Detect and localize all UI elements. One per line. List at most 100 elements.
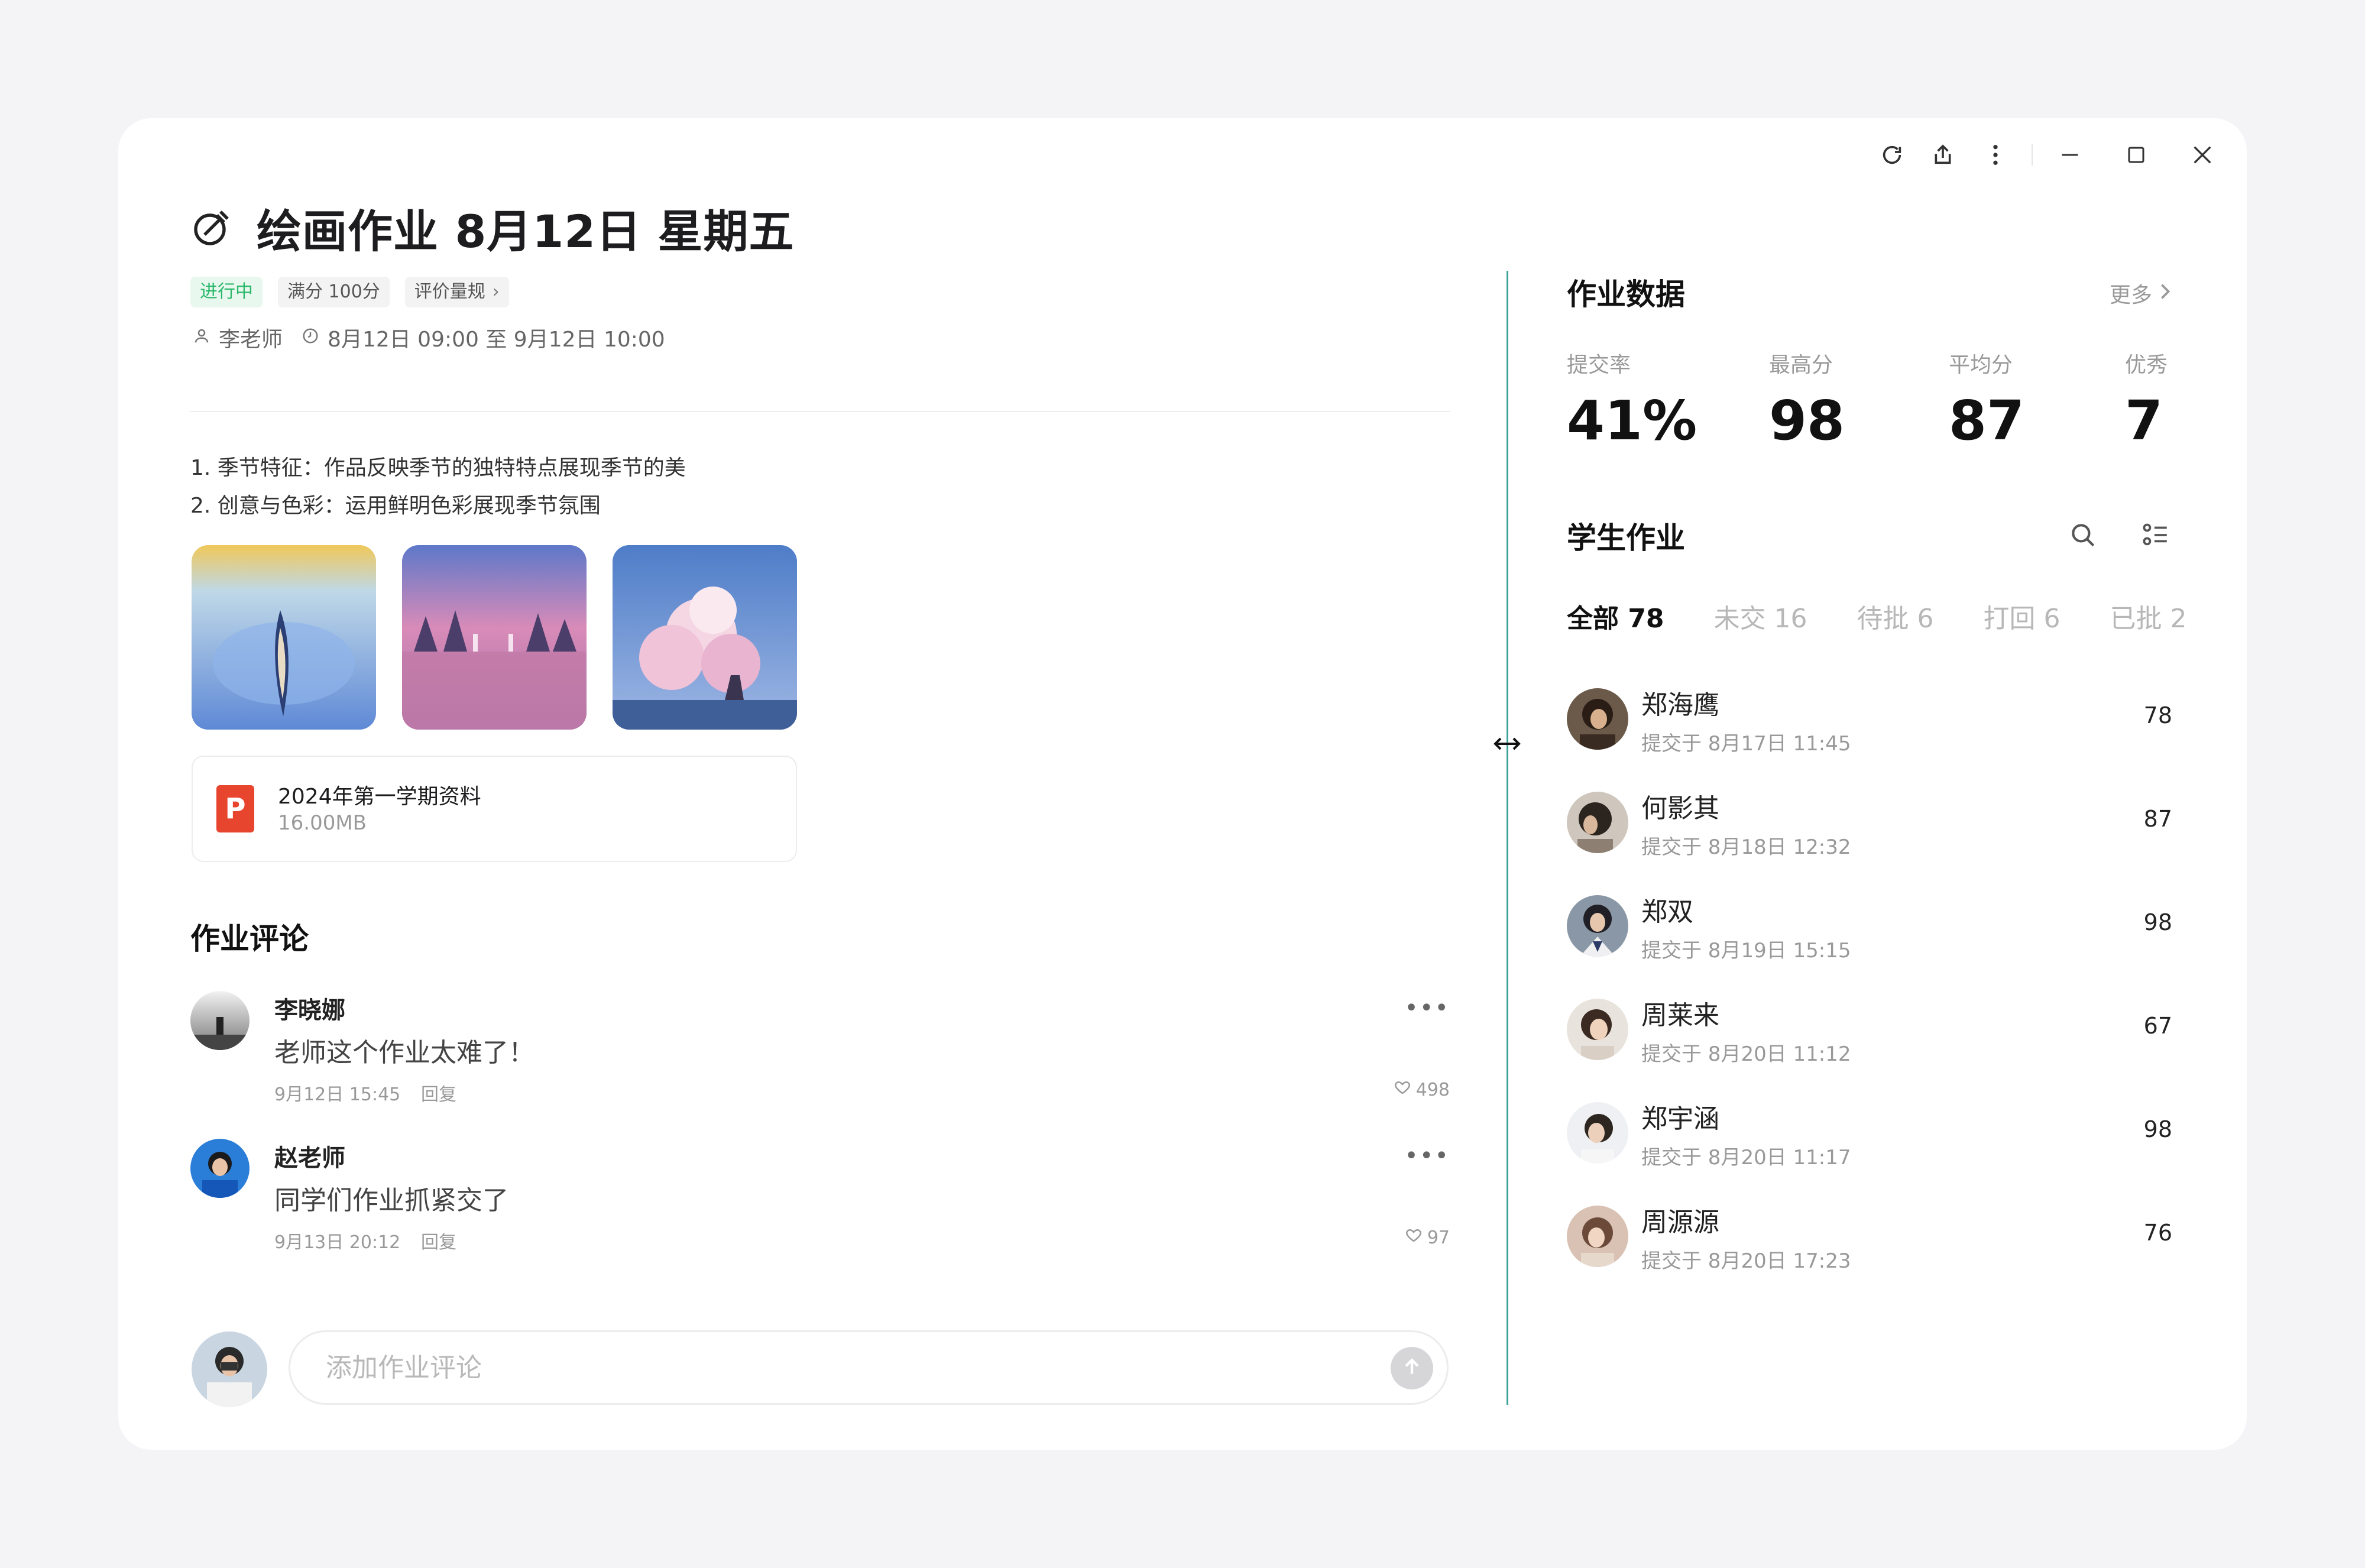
stat-submit-rate: 提交率 41% [1567, 348, 1697, 452]
student-name: 郑海鹰 [1641, 690, 1719, 720]
full-score-tag: 满分 100分 [278, 277, 390, 307]
student-score: 67 [2143, 1013, 2172, 1039]
page-title: 绘画作业 8月12日 星期五 [257, 205, 795, 258]
close-icon[interactable] [2188, 137, 2217, 173]
submit-time: 提交于 8月18日 12:32 [1641, 835, 1851, 859]
avatar [1567, 792, 1628, 853]
header-divider [190, 411, 1450, 412]
like-count: 97 [1427, 1227, 1450, 1248]
user-icon [193, 326, 219, 350]
meta-row: 李老师 8月12日 09:00 至 9月12日 10:00 [193, 322, 684, 353]
homework-title: 学生作业 [1567, 521, 1685, 555]
refresh-icon[interactable] [1877, 137, 1907, 173]
student-name: 郑宇涵 [1641, 1104, 1719, 1134]
tag-row: 进行中 满分 100分 评价量规 › [190, 277, 509, 307]
student-score: 78 [2143, 702, 2172, 728]
list-filter-icon[interactable] [2140, 520, 2171, 550]
tab-not-submitted[interactable]: 未交 16 [1714, 597, 1807, 635]
minimize-icon[interactable] [2055, 137, 2085, 173]
stats-title: 作业数据 [1567, 277, 1685, 312]
controls-divider [2032, 144, 2033, 166]
more-link[interactable]: 更多 [2110, 278, 2171, 309]
homework-tabs: 全部 78 未交 16 待批 6 打回 6 已批 2 [1567, 597, 2187, 635]
avatar [1567, 1102, 1628, 1164]
assignment-description: 1. 季节特征：作品反映季节的独特特点展现季节的美 2. 创意与色彩：运用鲜明色… [190, 449, 686, 525]
image-thumbnail-clouds[interactable] [613, 545, 797, 730]
pdf-file-icon: P [216, 785, 254, 832]
student-row[interactable]: 何影其 提交于 8月18日 12:32 87 [1567, 789, 2172, 860]
comment-time: 9月12日 15:45 [274, 1084, 401, 1105]
student-row[interactable]: 周莱来 提交于 8月20日 11:12 67 [1567, 996, 2172, 1067]
comment-author: 李晓娜 [274, 997, 345, 1024]
image-thumbnail-boat[interactable] [192, 545, 376, 730]
description-line: 2. 创意与色彩：运用鲜明色彩展现季节氛围 [190, 494, 601, 518]
stat-value: 98 [1769, 389, 1845, 452]
submit-time: 提交于 8月17日 11:45 [1641, 732, 1851, 756]
avatar [1567, 895, 1628, 957]
comment-item: 赵老师 同学们作业抓紧交了 9月13日 20:12 回复 ••• 97 [190, 1139, 1450, 1257]
brush-target-icon [190, 206, 233, 249]
student-row[interactable]: 周源源 提交于 8月20日 17:23 76 [1567, 1203, 2172, 1274]
page-header: 绘画作业 8月12日 星期五 [190, 195, 795, 260]
like-button[interactable]: 498 [1394, 1078, 1450, 1101]
comment-time: 9月13日 20:12 [274, 1232, 401, 1253]
like-button[interactable]: 97 [1405, 1226, 1450, 1249]
stat-value: 87 [1949, 389, 2025, 452]
heart-icon [1405, 1226, 1427, 1249]
more-vertical-icon[interactable] [1981, 137, 2010, 173]
stat-label: 优秀 [2125, 353, 2168, 377]
image-gallery [192, 545, 797, 730]
comment-author: 赵老师 [274, 1145, 345, 1172]
tab-all[interactable]: 全部 78 [1567, 597, 1664, 635]
rubric-link[interactable]: 评价量规 › [404, 277, 509, 307]
attachment-card[interactable]: P 2024年第一学期资料 16.00MB [192, 756, 797, 862]
chevron-right-icon: › [492, 281, 500, 302]
comment-item: 李晓娜 老师这个作业太难了！ 9月12日 15:45 回复 ••• 498 [190, 991, 1450, 1109]
panel-divider[interactable] [1507, 271, 1508, 1405]
tab-pending[interactable]: 待批 6 [1857, 597, 1934, 635]
time-range: 8月12日 09:00 至 9月12日 10:00 [328, 328, 665, 352]
more-horizontal-icon[interactable]: ••• [1404, 994, 1450, 1022]
submit-time: 提交于 8月20日 11:17 [1641, 1146, 1851, 1169]
search-icon[interactable] [2068, 520, 2098, 550]
tab-returned[interactable]: 打回 6 [1984, 597, 2061, 635]
comment-input[interactable] [289, 1330, 1449, 1405]
clock-icon [302, 326, 328, 350]
current-user-avatar [192, 1331, 267, 1407]
student-name: 郑双 [1641, 897, 1693, 927]
avatar[interactable] [190, 991, 250, 1050]
avatar[interactable] [190, 1139, 250, 1198]
submit-time: 提交于 8月19日 15:15 [1641, 939, 1851, 963]
avatar [1567, 1206, 1628, 1267]
reply-button[interactable]: 回复 [421, 1227, 456, 1253]
student-score: 98 [2143, 1116, 2172, 1142]
student-score: 98 [2143, 909, 2172, 935]
maximize-icon[interactable] [2121, 137, 2151, 173]
image-thumbnail-forest[interactable] [402, 545, 587, 730]
submit-time: 提交于 8月20日 17:23 [1641, 1249, 1851, 1273]
send-button[interactable] [1391, 1347, 1433, 1389]
submit-time: 提交于 8月20日 11:12 [1641, 1042, 1851, 1066]
stat-label: 提交率 [1567, 353, 1631, 377]
resize-handle-icon[interactable] [1492, 735, 1522, 755]
reply-button[interactable]: 回复 [421, 1080, 456, 1106]
stat-average-score: 平均分 87 [1949, 348, 2024, 452]
student-name: 周莱来 [1641, 1000, 1719, 1031]
comment-text: 老师这个作业太难了！ [274, 1038, 534, 1068]
student-row[interactable]: 郑海鹰 提交于 8月17日 11:45 78 [1567, 686, 2172, 757]
tab-graded[interactable]: 已批 2 [2110, 597, 2187, 635]
more-horizontal-icon[interactable]: ••• [1404, 1142, 1450, 1169]
heart-icon [1394, 1078, 1416, 1101]
share-icon[interactable] [1927, 137, 1958, 173]
student-row[interactable]: 郑宇涵 提交于 8月20日 11:17 98 [1567, 1100, 2172, 1171]
student-score: 87 [2143, 806, 2172, 832]
stat-label: 最高分 [1769, 353, 1833, 377]
stat-excellent: 优秀 7 [2125, 348, 2168, 452]
stat-label: 平均分 [1949, 353, 2013, 377]
student-name: 何影其 [1641, 793, 1719, 824]
status-badge: 进行中 [190, 277, 263, 307]
attachment-name: 2024年第一学期资料 [278, 785, 481, 809]
student-score: 76 [2143, 1220, 2172, 1246]
stat-value: 41% [1567, 389, 1697, 452]
student-row[interactable]: 郑双 提交于 8月19日 15:15 98 [1567, 893, 2172, 964]
